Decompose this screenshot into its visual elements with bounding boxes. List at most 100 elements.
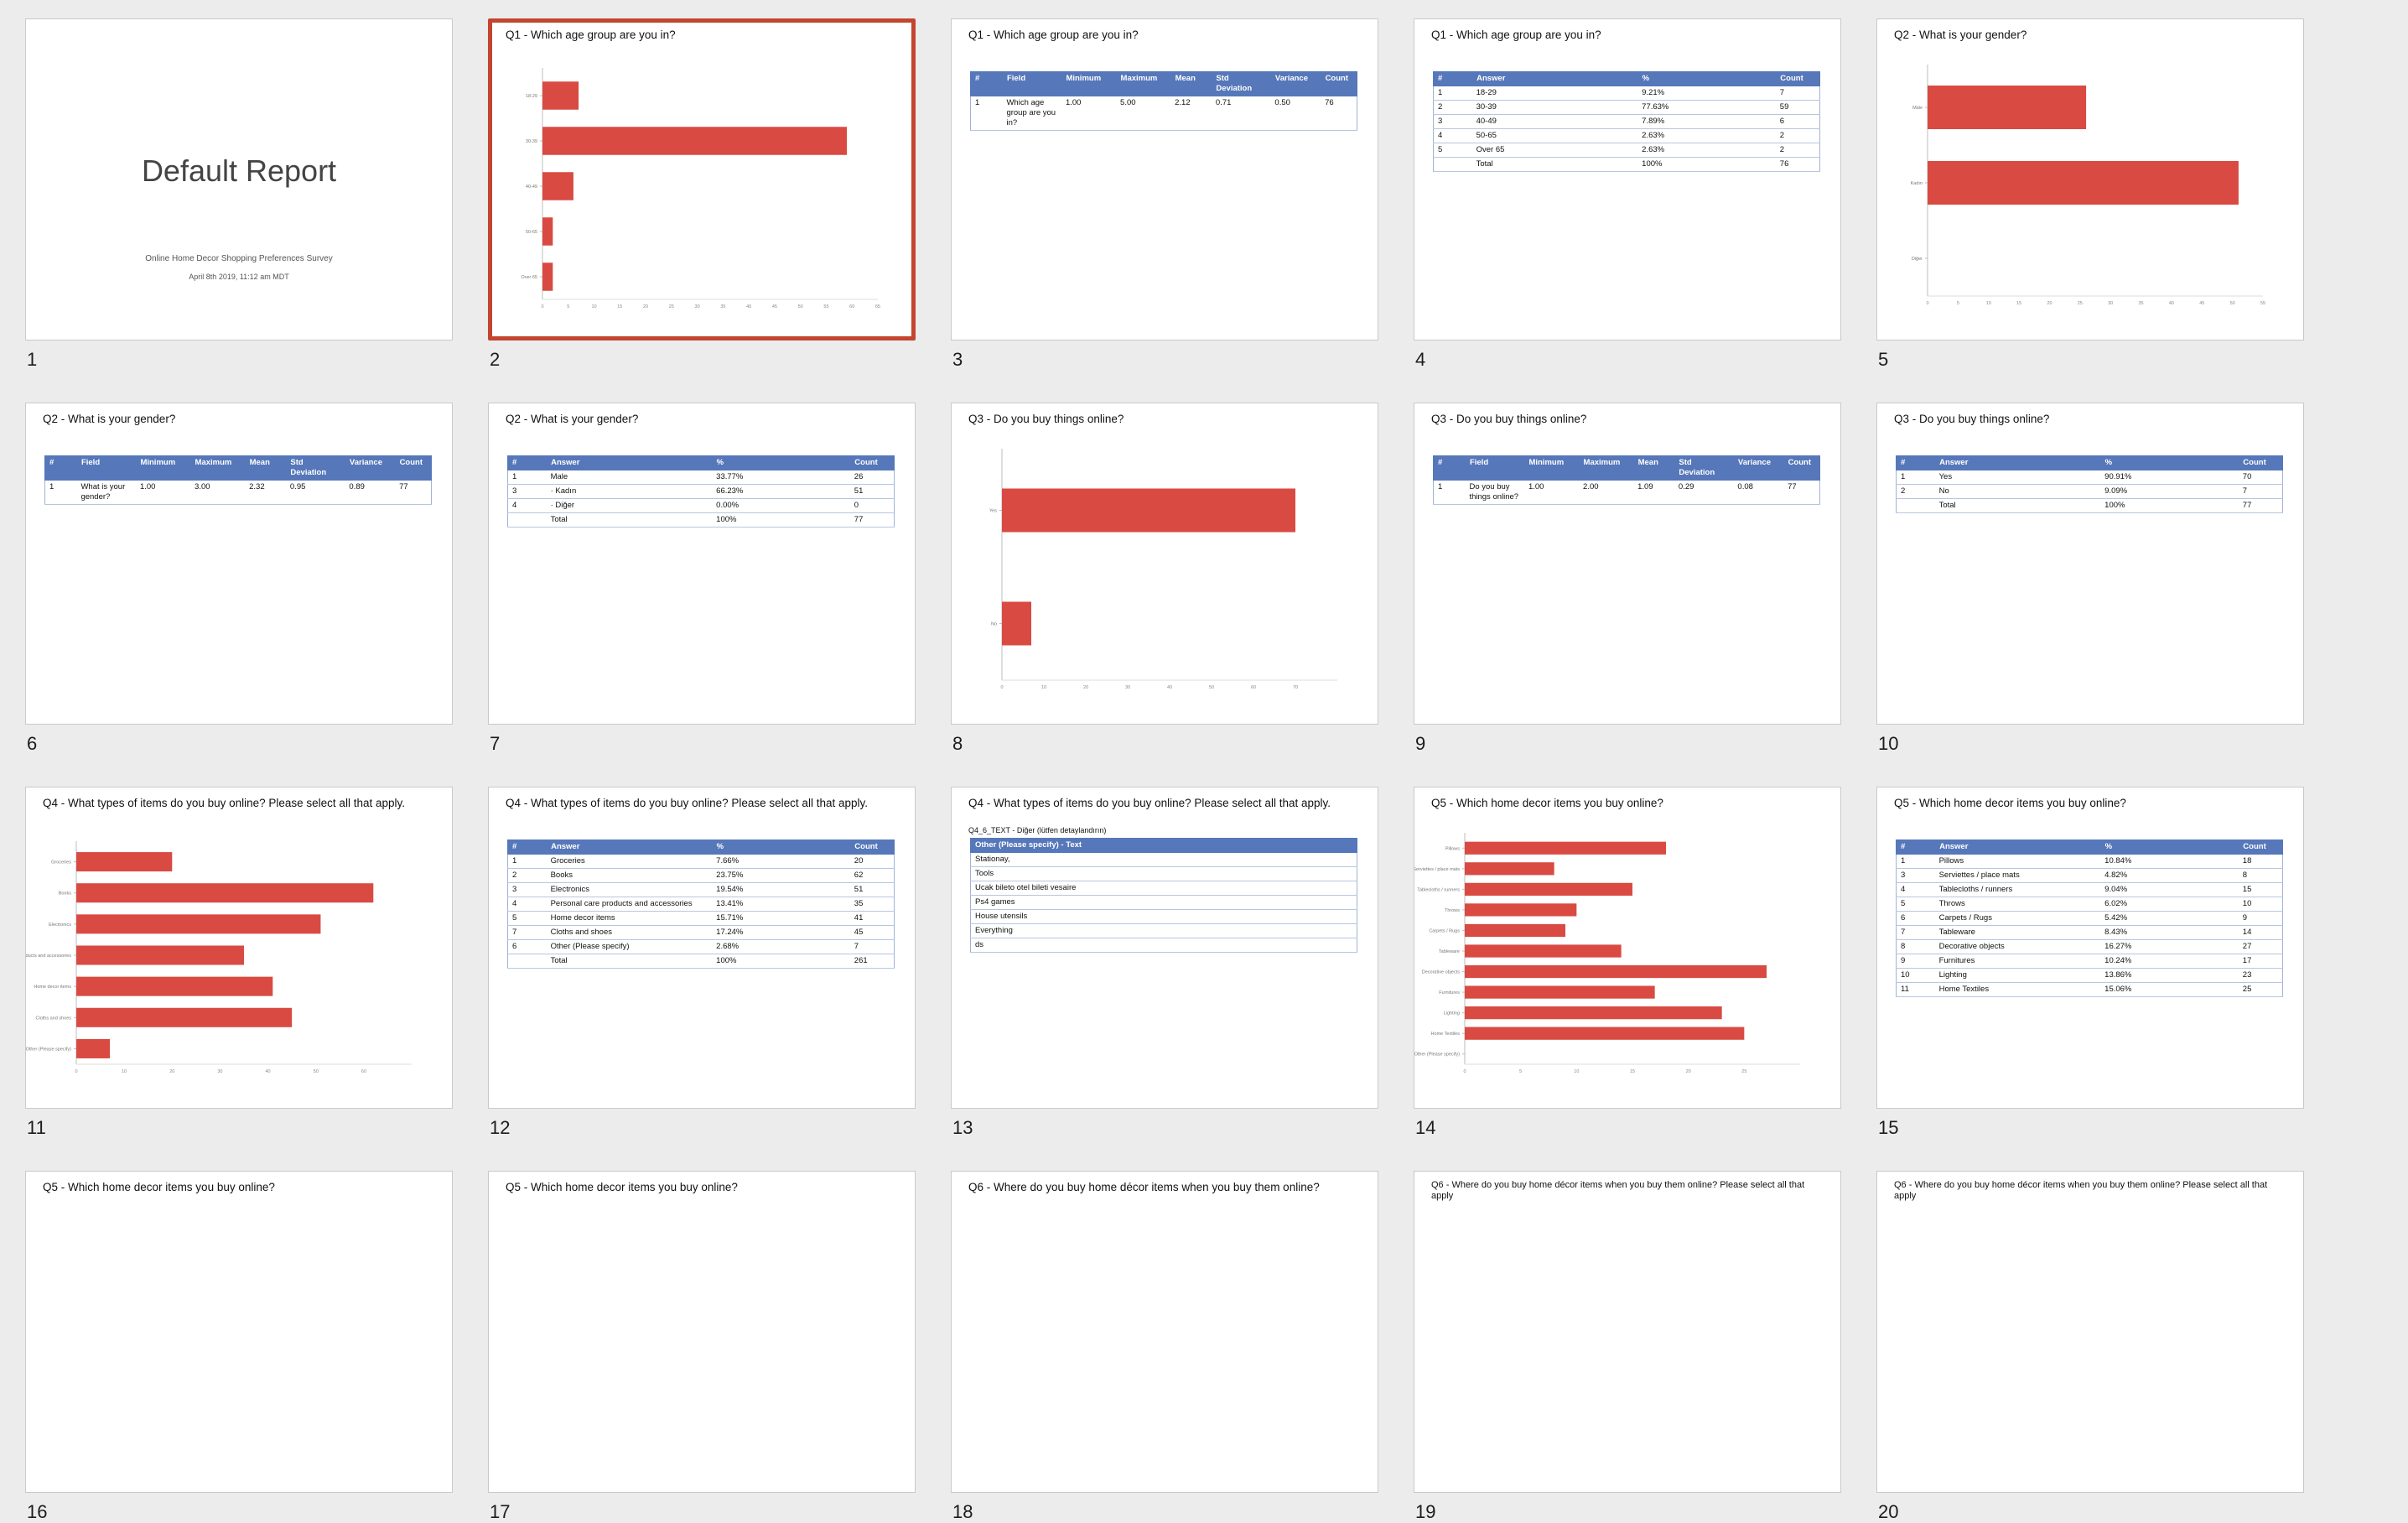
bar[interactable]: [1465, 841, 1666, 855]
bar[interactable]: [1465, 985, 1655, 999]
table-cell: 90.91%: [2100, 470, 2239, 485]
table-cell: Lighting: [1934, 968, 2101, 983]
table-row: 1 Yes 90.91% 70: [1896, 470, 2283, 485]
table-cell: No: [1934, 484, 2101, 499]
slide-thumbnail[interactable]: Q3 - Do you buy things online? # Field Mini…: [1414, 403, 1841, 725]
column-header: Variance: [1732, 455, 1784, 481]
table-cell: 13.41%: [712, 897, 850, 912]
bar[interactable]: [542, 172, 573, 200]
slide-thumbnail[interactable]: Q3 - Do you buy things online? Yes No 0 10 20…: [951, 403, 1378, 725]
table-cell: Tablecloths / runners: [1934, 882, 2101, 897]
bar[interactable]: [76, 976, 273, 996]
table-cell: 19.54%: [712, 882, 850, 897]
table-row: 5 Over 65 2.63% 2: [1433, 143, 1820, 158]
slide-thumbnail[interactable]: Q4 - What types of items do you buy onli…: [488, 787, 916, 1109]
slide-thumbnail[interactable]: Q6 - Where do you buy home décor items w…: [951, 1171, 1378, 1493]
slide-thumbnail[interactable]: Q5 - Which home decor items you buy onli…: [1414, 787, 1841, 1109]
bar-chart: Yes No 0 10 20 30 40 50 60 70: [989, 449, 1337, 690]
bar[interactable]: [1465, 903, 1577, 917]
table-cell: 2.63%: [1637, 143, 1776, 158]
column-header: Minimum: [135, 455, 191, 481]
slide-thumbnail[interactable]: Q2 - What is your gender? # Answer% Count 1 M…: [488, 403, 916, 725]
slide-thumbnail[interactable]: Q4 - What types of items do you buy onli…: [25, 787, 453, 1109]
table-cell: 11: [1896, 982, 1935, 997]
table-cell: Total: [546, 954, 713, 969]
slide-thumbnail[interactable]: Q2 - What is your gender? # Field Minimum Ma…: [25, 403, 453, 725]
table-cell: 5: [1896, 897, 1935, 912]
bar[interactable]: [1465, 882, 1632, 896]
slide-title: Q2 - What is your gender?: [506, 413, 639, 425]
category-label: 50-65: [526, 230, 537, 235]
bar[interactable]: [542, 127, 848, 155]
x-tick-label: 55: [823, 304, 828, 309]
bar[interactable]: [76, 945, 244, 965]
table-cell: 3: [507, 882, 547, 897]
slide-number: 12: [490, 1117, 511, 1138]
x-tick-label: 5: [1519, 1069, 1522, 1074]
slide-thumbnail[interactable]: Q5 - Which home decor items you buy onli…: [488, 1171, 916, 1493]
bar[interactable]: [542, 217, 553, 246]
bar[interactable]: [1928, 86, 2087, 129]
table-cell: 2.68%: [712, 939, 850, 954]
table-header-row: # Field Minimum Maximum Mean Std Deviation Var…: [970, 71, 1358, 96]
category-label: No: [991, 622, 997, 627]
slide-thumbnail[interactable]: Q2 - What is your gender? Male Kadın Diğer 0…: [1876, 18, 2304, 340]
x-tick-label: 0: [75, 1069, 77, 1074]
column-header: Answer: [546, 455, 713, 470]
bar[interactable]: [1002, 488, 1295, 533]
x-tick-label: 35: [720, 304, 725, 309]
table-row: 1 Male 33.77% 26: [507, 470, 895, 485]
table-row: 7 Tableware 8.43% 14: [1896, 925, 2283, 940]
slide-thumbnail[interactable]: Q5 - Which home decor items you buy onli…: [25, 1171, 453, 1493]
x-tick-label: 20: [1083, 685, 1088, 690]
table-cell: 6.02%: [2100, 897, 2239, 912]
bar[interactable]: [1465, 944, 1622, 958]
slide-thumbnail[interactable]: Q3 - Do you buy things online? # Answer% Co…: [1876, 403, 2304, 725]
table-row: House utensils: [970, 909, 1357, 924]
slide-thumbnail[interactable]: Q1 - Which age group are you in? 18-29 30-…: [488, 18, 916, 340]
slide-title: Q3 - Do you buy things online?: [1894, 413, 2050, 425]
table-header-row: Other (Please specify) - Text: [970, 838, 1357, 853]
table-row: 1 Which age group are you in? 1.00 5.00 2.12…: [970, 96, 1357, 131]
category-label: Yes: [989, 509, 997, 514]
x-tick-label: 40: [2169, 301, 2174, 306]
slide-thumbnail[interactable]: Q6 - Where do you buy home décor items w…: [1876, 1171, 2304, 1493]
slide-thumbnail[interactable]: Q6 - Where do you buy home décor items w…: [1414, 1171, 1841, 1493]
column-header: Count: [849, 455, 895, 470]
bar[interactable]: [76, 1007, 293, 1027]
table-cell: Cloths and shoes: [546, 925, 713, 940]
bar[interactable]: [1465, 1027, 1745, 1040]
slide-thumbnail[interactable]: Q1 - Which age group are you in? # Answer%…: [1414, 18, 1841, 340]
bar[interactable]: [1465, 923, 1565, 938]
bar[interactable]: [1465, 862, 1554, 876]
column-header: Other (Please specify) - Text: [970, 838, 1357, 853]
table-row: 5 Throws 6.02% 10: [1896, 897, 2283, 912]
bar[interactable]: [76, 852, 173, 872]
table-cell: 1.00: [135, 480, 191, 505]
bar[interactable]: [76, 883, 374, 903]
table-cell: 45: [849, 925, 895, 940]
column-header: Mean: [244, 455, 287, 481]
slide-thumbnail[interactable]: Default Report Online Home Decor Shopping…: [25, 18, 453, 340]
slide-thumbnail[interactable]: Q5 - Which home decor items you buy onli…: [1876, 787, 2304, 1109]
bar[interactable]: [76, 1038, 110, 1058]
bar[interactable]: [542, 81, 579, 110]
category-label: Kadın: [1911, 181, 1923, 186]
table-header-row: # Answer% Count: [506, 455, 895, 470]
results-table: # Answer% Count 1 18-29 9.21% 7 2 30-39 77.63% 59 3…: [1432, 71, 1820, 172]
bar[interactable]: [1002, 601, 1031, 646]
column-header: Count: [849, 839, 895, 855]
bar[interactable]: [1465, 964, 1767, 979]
bar[interactable]: [1928, 161, 2239, 205]
slide-thumbnail[interactable]: Q1 - Which age group are you in? # Field Mi…: [951, 18, 1378, 340]
x-tick-label: 35: [2138, 301, 2143, 306]
bar[interactable]: [1465, 1006, 1722, 1020]
table-cell: 0: [849, 498, 895, 513]
slide-title: Q5 - Which home decor items you buy onli…: [1894, 797, 2126, 809]
table-cell: 33.77%: [712, 470, 850, 485]
slide-thumbnail[interactable]: Q4 - What types of items do you buy onli…: [951, 787, 1378, 1109]
x-tick-label: 30: [695, 304, 700, 309]
bar[interactable]: [76, 914, 321, 934]
bar[interactable]: [542, 262, 553, 291]
table-row: 6 Carpets / Rugs 5.42% 9: [1896, 911, 2283, 926]
